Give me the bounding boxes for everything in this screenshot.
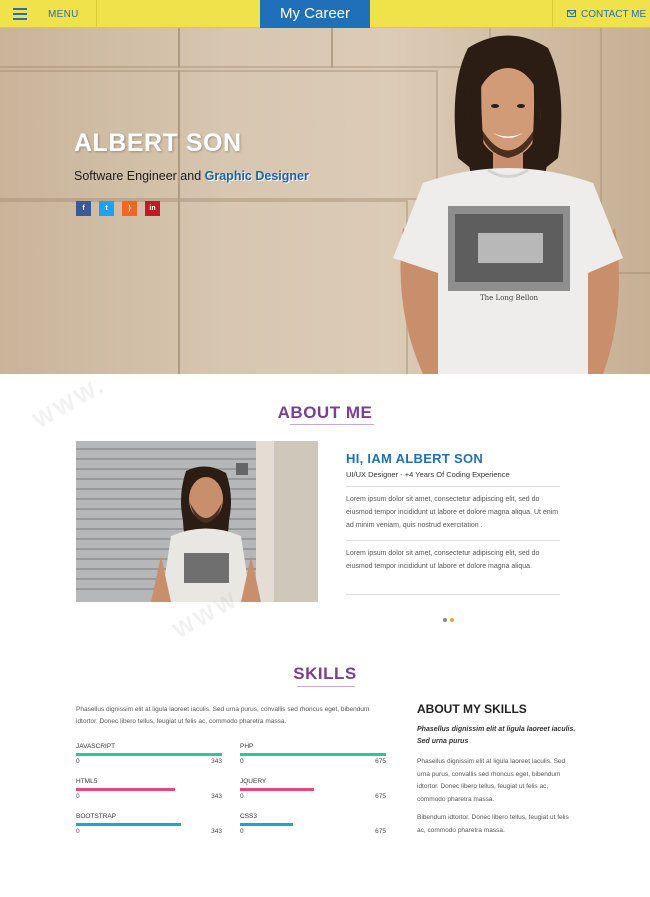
skill-progress-track (76, 823, 222, 826)
menu-button[interactable]: MENU (0, 0, 97, 28)
skill-progress-fill (240, 823, 293, 826)
social-links: f t) in (76, 201, 168, 216)
skill-name: JQUERY (240, 778, 267, 785)
skill-progress-fill (76, 823, 182, 826)
skills-section-title: SKILLS (293, 664, 357, 683)
skill-name: HTML5 (76, 778, 98, 785)
skills-intro: Phasellus dignissim elit at ligula laore… (76, 706, 370, 725)
menu-label: MENU (48, 9, 79, 20)
skill-progress-track (240, 788, 386, 791)
top-navbar: MENU My Career CONTACT ME (0, 0, 650, 28)
skill-progress-track (76, 788, 222, 791)
skill-min: 0 (240, 758, 244, 765)
skill-javascript: JAVASCRIPT 0 343 (76, 743, 222, 765)
hero-banner: The Long Bellon ALBERT SON Software Engi… (0, 28, 650, 374)
about-subtitle: UI/UX Designer - +4 Years Of Coding Expe… (346, 470, 510, 479)
hero-role: Software Engineer and Graphic Designer (74, 169, 309, 183)
about-skills-title: ABOUT MY SKILLS (417, 702, 527, 716)
carousel-dot[interactable] (443, 618, 447, 622)
hero-role-highlight: Graphic Designer (204, 169, 309, 183)
skill-progress-fill (76, 753, 222, 756)
skill-name: PHP (240, 743, 254, 750)
skill-min: 0 (240, 828, 244, 835)
skill-progress-track (240, 753, 386, 756)
skill-max: 343 (211, 793, 222, 800)
divider (346, 486, 560, 487)
about-paragraph-1: Lorem ipsum dolor sit amet, consectetur … (346, 496, 559, 529)
hero-name: ALBERT SON (74, 129, 242, 157)
skill-min: 0 (76, 828, 80, 835)
about-title-underline (290, 424, 374, 425)
skills-title-underline (297, 686, 355, 687)
rss-icon[interactable]: ) (122, 201, 137, 216)
skill-max: 343 (211, 758, 222, 765)
about-skills-lead: Phasellus dignissim elit at ligula laore… (417, 726, 576, 745)
skill-min: 0 (76, 758, 80, 765)
about-paragraph-2: Lorem ipsum dolor sit amet, consectetur … (346, 550, 540, 570)
about-skills-paragraph-2: Bibendum idtortor. Donec libero tellus, … (417, 814, 569, 834)
skill-max: 675 (375, 828, 386, 835)
carousel-dots (443, 618, 457, 622)
carousel-dot[interactable] (450, 618, 454, 622)
about-photo (76, 441, 318, 602)
wall-block (178, 200, 408, 374)
skill-css3: CSS3 0 675 (240, 813, 386, 835)
skill-max: 675 (375, 793, 386, 800)
skill-bootstrap: BOOTSTRAP 0 343 (76, 813, 222, 835)
facebook-icon[interactable]: f (76, 201, 91, 216)
linkedin-icon[interactable]: in (145, 201, 160, 216)
skill-progress-track (240, 823, 386, 826)
about-heading: HI, IAM ALBERT SON (346, 451, 484, 466)
hero-person-photo: The Long Bellon (393, 35, 623, 374)
divider (346, 540, 560, 541)
skill-name: JAVASCRIPT (76, 743, 116, 750)
skill-max: 675 (375, 758, 386, 765)
skill-name: CSS3 (240, 813, 257, 820)
skill-min: 0 (76, 793, 80, 800)
wall-block (0, 28, 180, 68)
skill-min: 0 (240, 793, 244, 800)
skill-progress-fill (76, 788, 176, 791)
skill-progress-track (76, 753, 222, 756)
hero-role-prefix: Software Engineer and (74, 169, 205, 183)
twitter-icon[interactable]: t (99, 201, 114, 216)
about-section-title: ABOUT ME (277, 403, 373, 422)
skill-html5: HTML5 0 343 (76, 778, 222, 800)
contact-me-button[interactable]: CONTACT ME (552, 0, 650, 28)
skill-max: 343 (211, 828, 222, 835)
about-skills-paragraph-1: Phasellus dignissim elit at ligula laore… (417, 758, 566, 803)
brand-logo[interactable]: My Career (260, 0, 370, 28)
tshirt-caption: The Long Bellon (480, 294, 539, 302)
hamburger-icon (13, 8, 27, 20)
skill-jquery: JQUERY 0 675 (240, 778, 386, 800)
divider (346, 594, 560, 595)
skill-php: PHP 0 675 (240, 743, 386, 765)
contact-label: CONTACT ME (581, 9, 647, 20)
skill-progress-fill (240, 788, 315, 791)
skill-name: BOOTSTRAP (76, 813, 117, 820)
skill-progress-fill (240, 753, 386, 756)
envelope-icon (567, 10, 576, 17)
wall-block (178, 28, 333, 68)
wall-block (0, 200, 180, 374)
